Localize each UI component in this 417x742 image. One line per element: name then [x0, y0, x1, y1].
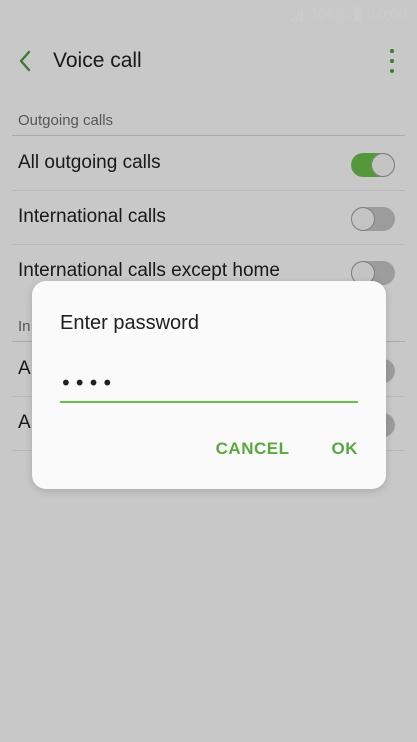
- password-dialog: Enter password CANCEL OK: [32, 281, 386, 489]
- cancel-button[interactable]: CANCEL: [216, 439, 290, 459]
- password-input[interactable]: [60, 365, 358, 403]
- dialog-title: Enter password: [60, 312, 199, 334]
- dialog-actions: CANCEL OK: [216, 439, 358, 459]
- ok-button[interactable]: OK: [332, 439, 359, 459]
